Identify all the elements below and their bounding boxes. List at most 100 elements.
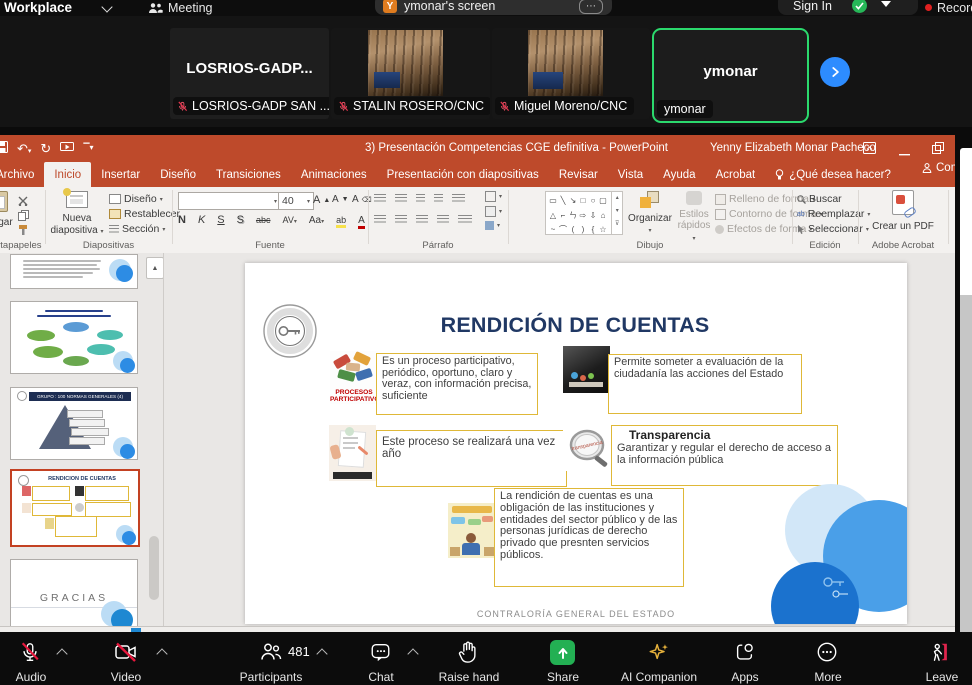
numbering-button[interactable] [395, 194, 407, 203]
text-direction-button[interactable]: ▾ [485, 191, 502, 202]
font-size-combo[interactable]: 40▾ [278, 192, 314, 210]
slide-title[interactable]: RENDICIÓN DE CUENTAS [405, 313, 745, 338]
raise-hand-button[interactable] [457, 640, 479, 669]
align-left-button[interactable] [374, 215, 386, 224]
tab-transiciones[interactable]: Transiciones [206, 162, 291, 187]
paste-button[interactable]: Pegar [0, 191, 12, 228]
thumbnails-scrollbar-thumb[interactable] [149, 536, 159, 600]
ribbon-display-options-icon[interactable] [863, 142, 876, 157]
participants-options-chevron[interactable] [316, 648, 327, 659]
tab-ayuda[interactable]: Ayuda [653, 162, 705, 187]
security-check-icon[interactable] [852, 0, 867, 13]
undo-icon[interactable]: ↶▾ [17, 142, 31, 155]
participants-button[interactable] [259, 642, 283, 667]
sign-in-button[interactable]: Sign In [793, 0, 832, 13]
video-button[interactable] [114, 641, 138, 668]
participant-tile[interactable]: LOSRIOS-GADP... LOSRIOS-GADP SAN ... [170, 28, 329, 119]
justify-button[interactable] [437, 215, 449, 224]
account-dropdown-icon[interactable] [881, 1, 891, 7]
current-slide[interactable]: RENDICIÓN DE CUENTAS PROCESOS PARTICIPAT… [245, 263, 907, 624]
increase-indent-button[interactable] [434, 194, 443, 203]
tab-meeting[interactable]: Meeting [168, 1, 212, 15]
redo-icon[interactable]: ↻ [40, 142, 51, 155]
align-center-button[interactable] [395, 215, 407, 224]
gallery-next-page-button[interactable] [820, 57, 850, 87]
qat-customize-icon[interactable]: ▔▾ [83, 144, 93, 152]
shapes-scrollbar[interactable]: ▴▾⊽ [611, 192, 622, 234]
restore-window-icon[interactable] [932, 142, 944, 157]
share-ppt-button[interactable]: Compartir [912, 162, 955, 174]
create-pdf-button[interactable]: Crear un PDF [858, 190, 948, 233]
workspace-chevron-icon[interactable] [101, 1, 112, 12]
thumbnails-scroll-up-button[interactable]: ▲ [146, 257, 164, 279]
participant-tile-active[interactable]: ymonar ymonar [652, 28, 809, 123]
underline-button[interactable]: S [217, 214, 224, 226]
italic-button[interactable]: K [198, 214, 205, 226]
screen-share-options-icon[interactable]: ⋯ [579, 0, 603, 14]
font-color-button[interactable]: A [358, 215, 365, 229]
shrink-font-button[interactable]: A▼ [332, 194, 349, 205]
arrange-button[interactable]: Organizar▾ [626, 191, 674, 235]
quick-styles-button[interactable]: Estilos rápidos ▾ [676, 191, 712, 243]
ppt-title-bar[interactable]: ↶▾ ↻ ▔▾ 3) Presentación Competencias CGE… [0, 135, 955, 162]
font-name-combo[interactable]: ▾ [178, 192, 281, 210]
slide-textbox-2[interactable]: Permite someter a evaluación de la ciuda… [608, 354, 802, 414]
slide-textbox-3[interactable]: Este proceso se realizará una vez año [376, 430, 567, 487]
participant-tile[interactable]: Miguel Moreno/CNC [492, 28, 650, 119]
bullets-button[interactable] [374, 194, 386, 203]
account-user-name[interactable]: Yenny Elizabeth Monar Pacheco [710, 142, 876, 154]
grow-font-button[interactable]: A▲ [313, 194, 330, 206]
slide-thumbnail-1[interactable] [10, 254, 138, 289]
start-slideshow-icon[interactable] [60, 141, 74, 155]
tab-archivo[interactable]: Archivo [0, 162, 44, 187]
chat-button[interactable] [369, 641, 392, 668]
line-spacing-button[interactable] [452, 194, 465, 203]
slide-textbox-1[interactable]: Es un proceso participativo, periódico, … [376, 353, 538, 415]
leave-button[interactable] [928, 641, 952, 668]
tab-vista[interactable]: Vista [608, 162, 653, 187]
highlight-color-button[interactable]: ab [336, 215, 346, 228]
more-button[interactable] [816, 641, 838, 668]
strikethrough-button[interactable]: abc [256, 215, 271, 225]
format-painter-icon[interactable] [18, 223, 29, 241]
tell-me-box[interactable]: ¿Qué desea hacer? [765, 162, 901, 187]
slide-thumbnail-3[interactable]: GRUPO : 100 NORMAS GENERALES (4) [10, 387, 138, 460]
bold-button[interactable]: N [178, 214, 186, 226]
slide-editing-area[interactable]: RENDICIÓN DE CUENTAS PROCESOS PARTICIPAT… [164, 253, 955, 626]
new-slide-button[interactable]: Nueva diapositiva ▾ [50, 191, 104, 236]
character-spacing-button[interactable]: AV▾ [283, 215, 297, 225]
tab-presentacion[interactable]: Presentación con diapositivas [377, 162, 549, 187]
screen-share-pill[interactable]: Y ymonar's screen ⋯ [375, 0, 612, 15]
tab-insertar[interactable]: Insertar [91, 162, 150, 187]
share-screen-button[interactable] [550, 640, 575, 665]
apps-button[interactable] [733, 641, 756, 668]
text-shadow-button[interactable]: S [237, 214, 244, 226]
shapes-gallery[interactable]: ▭╲↘□○▢△⌐ㄣ⇨⇩⌂~⌒(){☆ ▴▾⊽ [545, 191, 623, 235]
slide-textbox-5[interactable]: La rendición de cuentas es una obligació… [494, 488, 684, 587]
tab-diseno[interactable]: Diseño [150, 162, 206, 187]
align-right-button[interactable] [416, 215, 428, 224]
columns-button[interactable] [458, 215, 472, 224]
tab-inicio[interactable]: Inicio [44, 162, 91, 187]
minimize-icon[interactable] [899, 147, 910, 159]
tab-acrobat[interactable]: Acrobat [706, 162, 766, 187]
chat-options-chevron[interactable] [407, 648, 418, 659]
convert-smartart-button[interactable]: ▾ [485, 221, 502, 230]
reset-button[interactable]: Restablecer [109, 208, 180, 220]
ai-companion-button[interactable] [647, 641, 671, 668]
slide-thumbnail-4-selected[interactable]: RENDICIÓN DE CUENTAS [10, 469, 140, 547]
slide-thumbnail-5[interactable]: GRACIAS [10, 559, 138, 626]
audio-button[interactable] [19, 641, 41, 668]
find-button[interactable]: Buscar [797, 193, 842, 205]
participant-tile[interactable]: STALIN ROSERO/CNC [331, 28, 490, 119]
audio-options-chevron[interactable] [56, 648, 67, 659]
section-button[interactable]: Sección▾ [109, 223, 165, 235]
layout-button[interactable]: Diseño▾ [109, 193, 163, 205]
change-case-button[interactable]: Aa▾ [309, 215, 324, 226]
workspace-menu[interactable]: Workplace [4, 0, 72, 15]
tab-animaciones[interactable]: Animaciones [291, 162, 377, 187]
align-text-button[interactable]: ▾ [485, 206, 502, 217]
save-icon[interactable] [0, 141, 8, 155]
video-options-chevron[interactable] [156, 648, 167, 659]
tab-revisar[interactable]: Revisar [549, 162, 608, 187]
